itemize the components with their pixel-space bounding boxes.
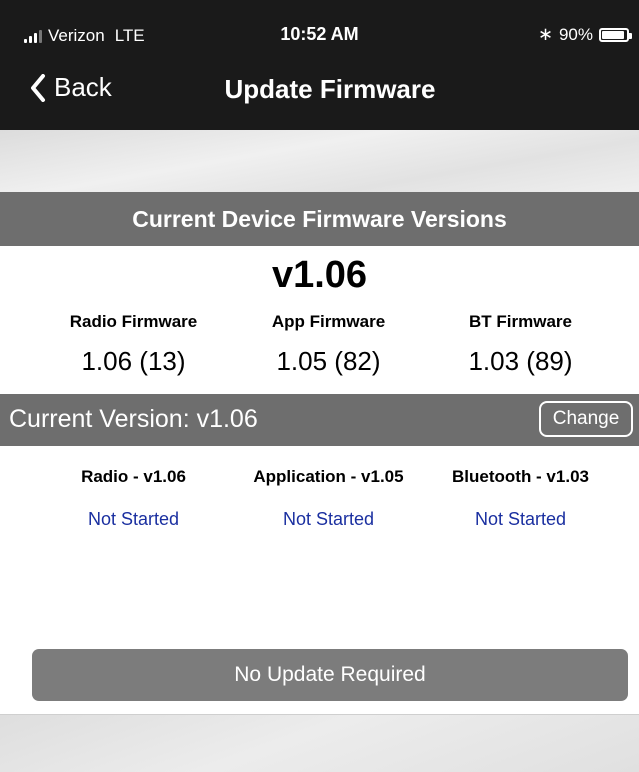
application-update-status: Not Started: [282, 509, 375, 529]
app-firmware-value: 1.05 (82): [276, 346, 381, 376]
application-update-label: Application - v1.05: [253, 467, 404, 486]
bluetooth-update-label: Bluetooth - v1.03: [452, 467, 589, 486]
status-bar: Verizon LTE 10:52 AM ∗ 90%: [0, 0, 639, 64]
radio-firmware-value: 1.06 (13): [81, 346, 186, 376]
decorative-banner: [0, 130, 639, 192]
change-button[interactable]: Change: [539, 401, 633, 437]
battery-icon: [599, 27, 632, 42]
app-firmware-label: App Firmware: [271, 312, 386, 331]
current-version-label: Current Version: v1.06: [9, 405, 258, 433]
bt-firmware-label: BT Firmware: [469, 312, 572, 331]
current-version-bar: Current Version: v1.06 Change: [0, 394, 639, 446]
nav-bar: Back Update Firmware: [0, 64, 639, 130]
bluetooth-update-status: Not Started: [474, 509, 567, 529]
device-version: v1.06: [271, 254, 368, 296]
battery-percent: 90%: [558, 24, 593, 44]
firmware-section-header: Current Device Firmware Versions: [0, 192, 639, 246]
bluetooth-icon: ∗: [537, 24, 553, 44]
radio-firmware-label: Radio Firmware: [69, 312, 198, 331]
decorative-footer: [0, 714, 639, 772]
status-right: ∗ 90%: [537, 24, 632, 45]
bt-firmware-value: 1.03 (89): [468, 346, 573, 376]
radio-update-label: Radio - v1.06: [81, 467, 186, 486]
radio-update-status: Not Started: [87, 509, 180, 529]
page-title: Update Firmware: [224, 74, 436, 104]
update-button[interactable]: No Update Required: [32, 649, 628, 701]
